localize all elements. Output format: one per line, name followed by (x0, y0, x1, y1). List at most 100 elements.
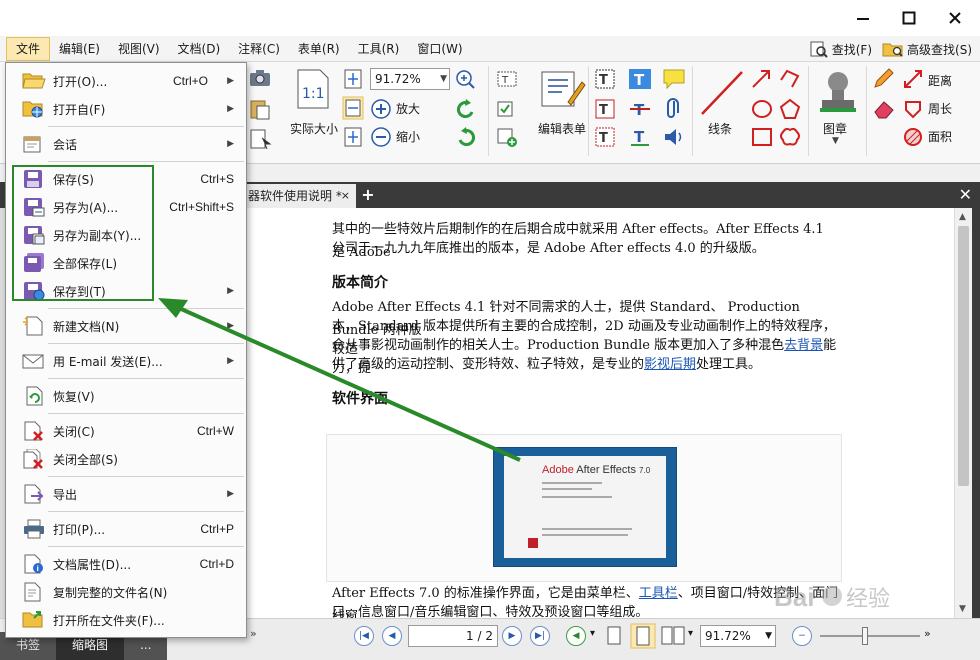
zoom-out-button[interactable]: − (792, 626, 812, 646)
perimeter-label[interactable]: 周长 (928, 100, 952, 117)
sound-icon[interactable] (662, 126, 686, 148)
menu-tools[interactable]: 工具(R) (349, 37, 409, 61)
menu-item-print[interactable]: 打印(P)... Ctrl+P (6, 515, 246, 543)
menu-item-export[interactable]: 导出 ▶ (6, 480, 246, 508)
doc-link[interactable]: 工具栏 (639, 586, 678, 601)
line-label[interactable]: 线条 (708, 120, 732, 137)
add-field-icon[interactable] (496, 126, 520, 148)
zoom-select[interactable]: 91.72% ▼ (370, 68, 450, 90)
distance-icon[interactable] (902, 68, 924, 90)
menu-view[interactable]: 视图(V) (109, 37, 169, 61)
menu-item-copy-filename[interactable]: 复制完整的文件名(N) (6, 578, 246, 606)
chevron-down-icon[interactable]: ▾ (688, 628, 693, 639)
text-field-icon[interactable]: T (496, 68, 520, 90)
cloud-tool-icon[interactable] (778, 126, 802, 148)
prev-page-button[interactable]: ◀ (382, 626, 402, 646)
zoom-out-label[interactable]: 缩小 (396, 128, 420, 145)
scroll-down-icon[interactable]: ▼ (959, 604, 966, 614)
menu-file[interactable]: 文件 (6, 36, 51, 61)
chevron-down-icon[interactable]: ▾ (590, 628, 595, 639)
strikeout-icon[interactable]: T (628, 98, 652, 120)
fit-visible-icon[interactable] (342, 126, 364, 148)
menu-form[interactable]: 表单(R) (289, 37, 349, 61)
chevron-double-down-icon[interactable]: » (924, 627, 931, 640)
first-page-button[interactable]: |◀ (354, 626, 374, 646)
callout-icon[interactable]: T (594, 126, 616, 148)
checkbox-field-icon[interactable] (496, 98, 520, 120)
snapshot-icon[interactable] (248, 68, 272, 88)
menu-comment[interactable]: 注释(C) (229, 37, 289, 61)
last-page-button[interactable]: ▶| (530, 626, 550, 646)
continuous-page-icon[interactable] (630, 623, 656, 649)
oval-tool-icon[interactable] (750, 98, 774, 120)
edit-form-label[interactable]: 编辑表单 (538, 120, 586, 137)
document-tab[interactable]: 器软件使用说明 * × (236, 184, 356, 208)
note-icon[interactable] (662, 68, 686, 90)
new-tab-button[interactable]: + (360, 186, 376, 204)
doc-link[interactable]: 影视后期 (644, 357, 696, 372)
minimize-button[interactable] (840, 4, 886, 32)
menu-item-close[interactable]: 关闭(C) Ctrl+W (6, 417, 246, 445)
menu-item-new-document[interactable]: 新建文档(N) ▶ (6, 312, 246, 340)
close-window-button[interactable] (932, 4, 978, 32)
attachment-icon[interactable] (662, 98, 686, 120)
scroll-up-icon[interactable]: ▲ (959, 212, 966, 222)
rotate-left-icon[interactable] (454, 98, 478, 120)
typewriter-icon[interactable]: T (594, 68, 616, 90)
area-icon[interactable] (902, 126, 924, 148)
edit-form-icon[interactable] (538, 68, 586, 110)
next-page-button[interactable]: ▶ (502, 626, 522, 646)
actual-size-label[interactable]: 实际大小 (290, 120, 338, 137)
pencil-icon[interactable] (872, 68, 896, 90)
single-page-icon[interactable] (606, 625, 622, 647)
highlight-text-icon[interactable]: T (628, 68, 652, 90)
menu-item-session[interactable]: 会话 ▶ (6, 130, 246, 158)
page-number-input[interactable]: 1 / 2 (408, 625, 498, 647)
close-tab-icon[interactable]: × (341, 184, 350, 208)
zoom-slider-knob[interactable] (862, 627, 868, 645)
fit-width-icon[interactable] (342, 96, 364, 120)
area-label[interactable]: 面积 (928, 128, 952, 145)
distance-label[interactable]: 距离 (928, 72, 952, 89)
arrow-tool-icon[interactable] (750, 68, 774, 90)
menu-item-document-properties[interactable]: i 文档属性(D)... Ctrl+D (6, 550, 246, 578)
polyline-icon[interactable] (778, 68, 802, 90)
vertical-scrollbar[interactable]: ▲ ▼ (954, 208, 972, 618)
zoom-in-search-icon[interactable] (454, 68, 480, 90)
menu-edit[interactable]: 编辑(E) (50, 37, 109, 61)
menu-item-send-email[interactable]: 用 E-mail 发送(E)... ▶ (6, 347, 246, 375)
chevron-double-down-icon[interactable]: » (250, 627, 257, 640)
zoom-slider[interactable] (820, 627, 920, 645)
menu-item-close-all[interactable]: 关闭全部(S) (6, 445, 246, 473)
advanced-find-button[interactable]: 高级查找(S) (882, 37, 972, 61)
fit-page-icon[interactable] (342, 68, 364, 90)
maximize-button[interactable] (886, 4, 932, 32)
rectangle-tool-icon[interactable] (750, 126, 774, 148)
rotate-right-icon[interactable] (454, 126, 478, 148)
zoom-in-label[interactable]: 放大 (396, 100, 420, 117)
menu-document[interactable]: 文档(D) (169, 37, 230, 61)
find-button[interactable]: 查找(F) (809, 37, 872, 61)
back-button[interactable]: ◀ (566, 626, 586, 646)
facing-pages-icon[interactable] (660, 625, 686, 647)
bottom-zoom-select[interactable]: 91.72% ▼ (700, 625, 776, 647)
zoom-out-icon[interactable] (370, 126, 392, 148)
chevron-down-icon[interactable]: ▼ (832, 136, 839, 146)
select-text-icon[interactable] (248, 128, 274, 150)
perimeter-icon[interactable] (902, 98, 924, 120)
textbox-icon[interactable]: T (594, 98, 616, 120)
menu-item-open-from[interactable]: 打开自(F) ▶ (6, 95, 246, 123)
menu-item-open[interactable]: 打开(O)... Ctrl+O ▶ (6, 67, 246, 95)
close-all-tabs-button[interactable]: ✕ (959, 185, 972, 204)
eraser-icon[interactable] (872, 98, 896, 120)
zoom-in-icon[interactable] (370, 98, 392, 120)
menu-window[interactable]: 窗口(W) (408, 37, 471, 61)
line-tool-icon[interactable] (698, 68, 746, 118)
menu-item-revert[interactable]: 恢复(V) (6, 382, 246, 410)
actual-size-icon[interactable]: 1:1 (296, 68, 330, 110)
menu-item-open-folder[interactable]: 打开所在文件夹(F)... (6, 606, 246, 634)
paste-icon[interactable] (248, 98, 274, 120)
polygon-tool-icon[interactable] (778, 98, 802, 120)
underline-icon[interactable]: T (628, 126, 652, 148)
stamp-label[interactable]: 图章 (823, 120, 847, 137)
